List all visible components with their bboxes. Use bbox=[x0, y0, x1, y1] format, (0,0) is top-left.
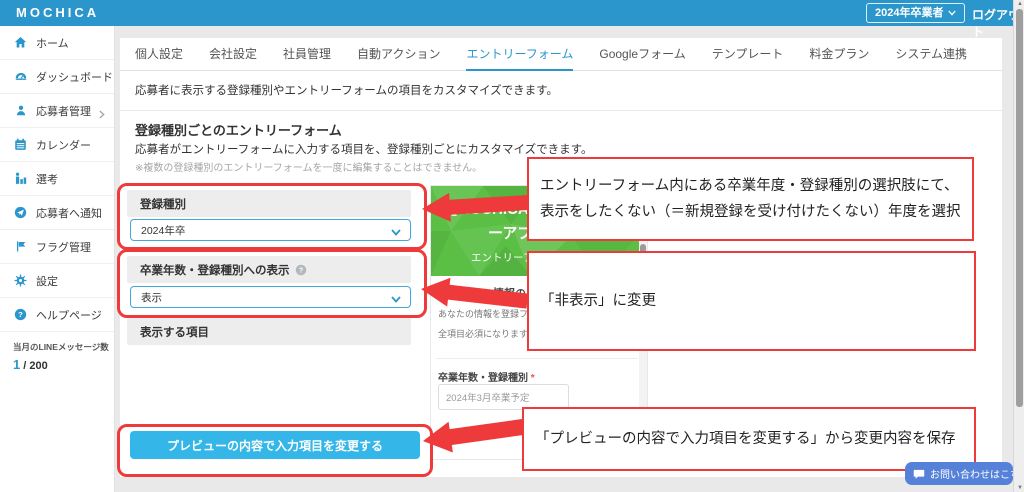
line-message-counter: 当月のLINEメッセージ数 1 / 200 bbox=[0, 332, 114, 372]
page-scrollbar[interactable]: ▲ ▼ bbox=[1013, 0, 1024, 492]
tab-2[interactable]: 社員管理 bbox=[283, 38, 331, 71]
sidebar-item-home[interactable]: ホーム bbox=[0, 26, 114, 60]
display-items-label: 表示する項目 bbox=[140, 324, 209, 340]
line-counter-current: 1 bbox=[13, 357, 20, 372]
home-icon bbox=[13, 35, 28, 50]
registration-type-label-bar: 登録種別 bbox=[127, 190, 411, 217]
sidebar-item-calendar[interactable]: カレンダー bbox=[0, 128, 114, 162]
year-selector-label: 2024年卒業者 bbox=[875, 4, 943, 22]
sidebar-item-notify[interactable]: 応募者へ通知 bbox=[0, 196, 114, 230]
section-note: ※複数の登録種別のエントリーフォームを一度に編集することはできません。 bbox=[135, 159, 482, 174]
dashboard-icon bbox=[13, 69, 28, 84]
sidebar-item-label: フラグ管理 bbox=[36, 239, 91, 255]
section-title: 登録種別ごとのエントリーフォーム bbox=[135, 120, 342, 139]
registration-type-label: 登録種別 bbox=[140, 196, 186, 212]
svg-text:?: ? bbox=[298, 266, 302, 274]
chevron-right-icon bbox=[99, 106, 105, 124]
registration-type-select[interactable]: 2024年卒 bbox=[130, 219, 411, 241]
tab-6[interactable]: テンプレート bbox=[712, 38, 784, 71]
annotation-box-1: エントリーフォーム内にある卒業年度・登録種別の選択肢にて、 表示をしたくない（＝… bbox=[527, 157, 974, 241]
sidebar-item-label: 設定 bbox=[36, 273, 58, 289]
notify-icon bbox=[13, 205, 28, 220]
scroll-down-icon[interactable]: ▼ bbox=[1016, 485, 1024, 491]
chat-bubble-icon bbox=[913, 468, 925, 480]
flag-icon bbox=[13, 239, 28, 254]
visibility-label-bar: 卒業年数・登録種別への表示 ? bbox=[127, 256, 411, 283]
graduation-year-selector[interactable]: 2024年卒業者 bbox=[866, 3, 965, 23]
line-counter-label: 当月のLINEメッセージ数 bbox=[13, 341, 114, 353]
sidebar-item-settings[interactable]: 設定 bbox=[0, 264, 114, 298]
sidebar: ホームダッシュボード応募者管理カレンダー選考応募者へ通知フラグ管理設定? ヘルプペ… bbox=[0, 26, 115, 492]
line-counter-max: 200 bbox=[29, 360, 47, 372]
sidebar-item-flag[interactable]: フラグ管理 bbox=[0, 230, 114, 264]
page-intro-text: 応募者に表示する登録種別やエントリーフォームの項目をカスタマイズできます。 bbox=[135, 82, 558, 98]
tab-7[interactable]: 料金プラン bbox=[809, 38, 869, 71]
chevron-down-icon bbox=[948, 4, 956, 22]
line-counter-separator: / bbox=[23, 360, 26, 372]
annotation-box-3: 「プレビューの内容で入力項目を変更する」から変更内容を保存 bbox=[522, 407, 976, 471]
display-items-label-bar: 表示する項目 bbox=[127, 318, 411, 345]
tab-3[interactable]: 自動アクション bbox=[357, 38, 440, 71]
tab-1[interactable]: 会社設定 bbox=[209, 38, 257, 71]
tab-0[interactable]: 個人設定 bbox=[135, 38, 183, 71]
tab-8[interactable]: システム連携 bbox=[895, 38, 967, 71]
app-header: MOCHICA 2024年卒業者 ログアウト bbox=[0, 0, 1024, 26]
visibility-label: 卒業年数・登録種別への表示 bbox=[140, 262, 290, 278]
sidebar-item-help[interactable]: ? ヘルプページ bbox=[0, 298, 114, 332]
sidebar-item-label: 選考 bbox=[36, 171, 58, 187]
mochica-logo: MOCHICA bbox=[16, 5, 99, 20]
divider bbox=[120, 110, 1002, 111]
tab-5[interactable]: Googleフォーム bbox=[599, 38, 685, 71]
sidebar-item-label: 応募者へ通知 bbox=[36, 205, 102, 221]
page-scrollbar-thumb[interactable] bbox=[1016, 9, 1023, 407]
sidebar-item-label: ヘルプページ bbox=[36, 307, 102, 323]
selection-icon bbox=[13, 171, 28, 186]
sidebar-item-applicants[interactable]: 応募者管理 bbox=[0, 94, 114, 128]
mochica-settings-page: MOCHICA 2024年卒業者 ログアウト ホームダッシュボード応募者管理カレ… bbox=[0, 0, 1024, 492]
settings-icon bbox=[13, 273, 28, 288]
sidebar-item-label: ホーム bbox=[36, 35, 69, 51]
annotation-box-2: 「非表示」に変更 bbox=[527, 251, 976, 351]
visibility-value: 表示 bbox=[141, 290, 162, 305]
help-icon: ? bbox=[13, 307, 28, 322]
section-description: 応募者がエントリーフォームに入力する項目を、登録種別ごとにカスタマイズできます。 bbox=[135, 141, 592, 157]
preview-body-text-2: 全項目必須になります。 bbox=[438, 327, 536, 340]
sidebar-item-dashboard[interactable]: ダッシュボード bbox=[0, 60, 114, 94]
required-asterisk: * bbox=[531, 373, 535, 384]
tabs-row: 個人設定会社設定社員管理自動アクションエントリーフォーム Googleフォームテン… bbox=[120, 38, 1002, 71]
sidebar-item-selection[interactable]: 選考 bbox=[0, 162, 114, 196]
sidebar-item-label: 応募者管理 bbox=[36, 103, 91, 119]
preview-field-label: 卒業年数・登録種別 * bbox=[438, 369, 535, 384]
chevron-down-icon bbox=[391, 294, 401, 306]
svg-text:?: ? bbox=[18, 310, 23, 319]
visibility-select[interactable]: 表示 bbox=[130, 286, 411, 308]
applicants-icon bbox=[13, 103, 28, 118]
contact-chat-button[interactable]: お問い合わせはこちら bbox=[905, 462, 1013, 485]
registration-type-value: 2024年卒 bbox=[141, 223, 185, 238]
sidebar-item-label: カレンダー bbox=[36, 137, 91, 153]
calendar-icon bbox=[13, 137, 28, 152]
help-circle-icon[interactable]: ? bbox=[295, 264, 307, 276]
chevron-down-icon bbox=[391, 227, 401, 239]
scroll-up-icon[interactable]: ▲ bbox=[1016, 1, 1024, 7]
apply-preview-button[interactable]: プレビューの内容で入力項目を変更する bbox=[130, 431, 420, 459]
sidebar-item-label: ダッシュボード bbox=[36, 69, 113, 85]
divider bbox=[436, 358, 638, 359]
tab-4[interactable]: エントリーフォーム bbox=[466, 38, 573, 71]
sidebar-nav: ホームダッシュボード応募者管理カレンダー選考応募者へ通知フラグ管理設定? ヘルプペ… bbox=[0, 26, 114, 332]
